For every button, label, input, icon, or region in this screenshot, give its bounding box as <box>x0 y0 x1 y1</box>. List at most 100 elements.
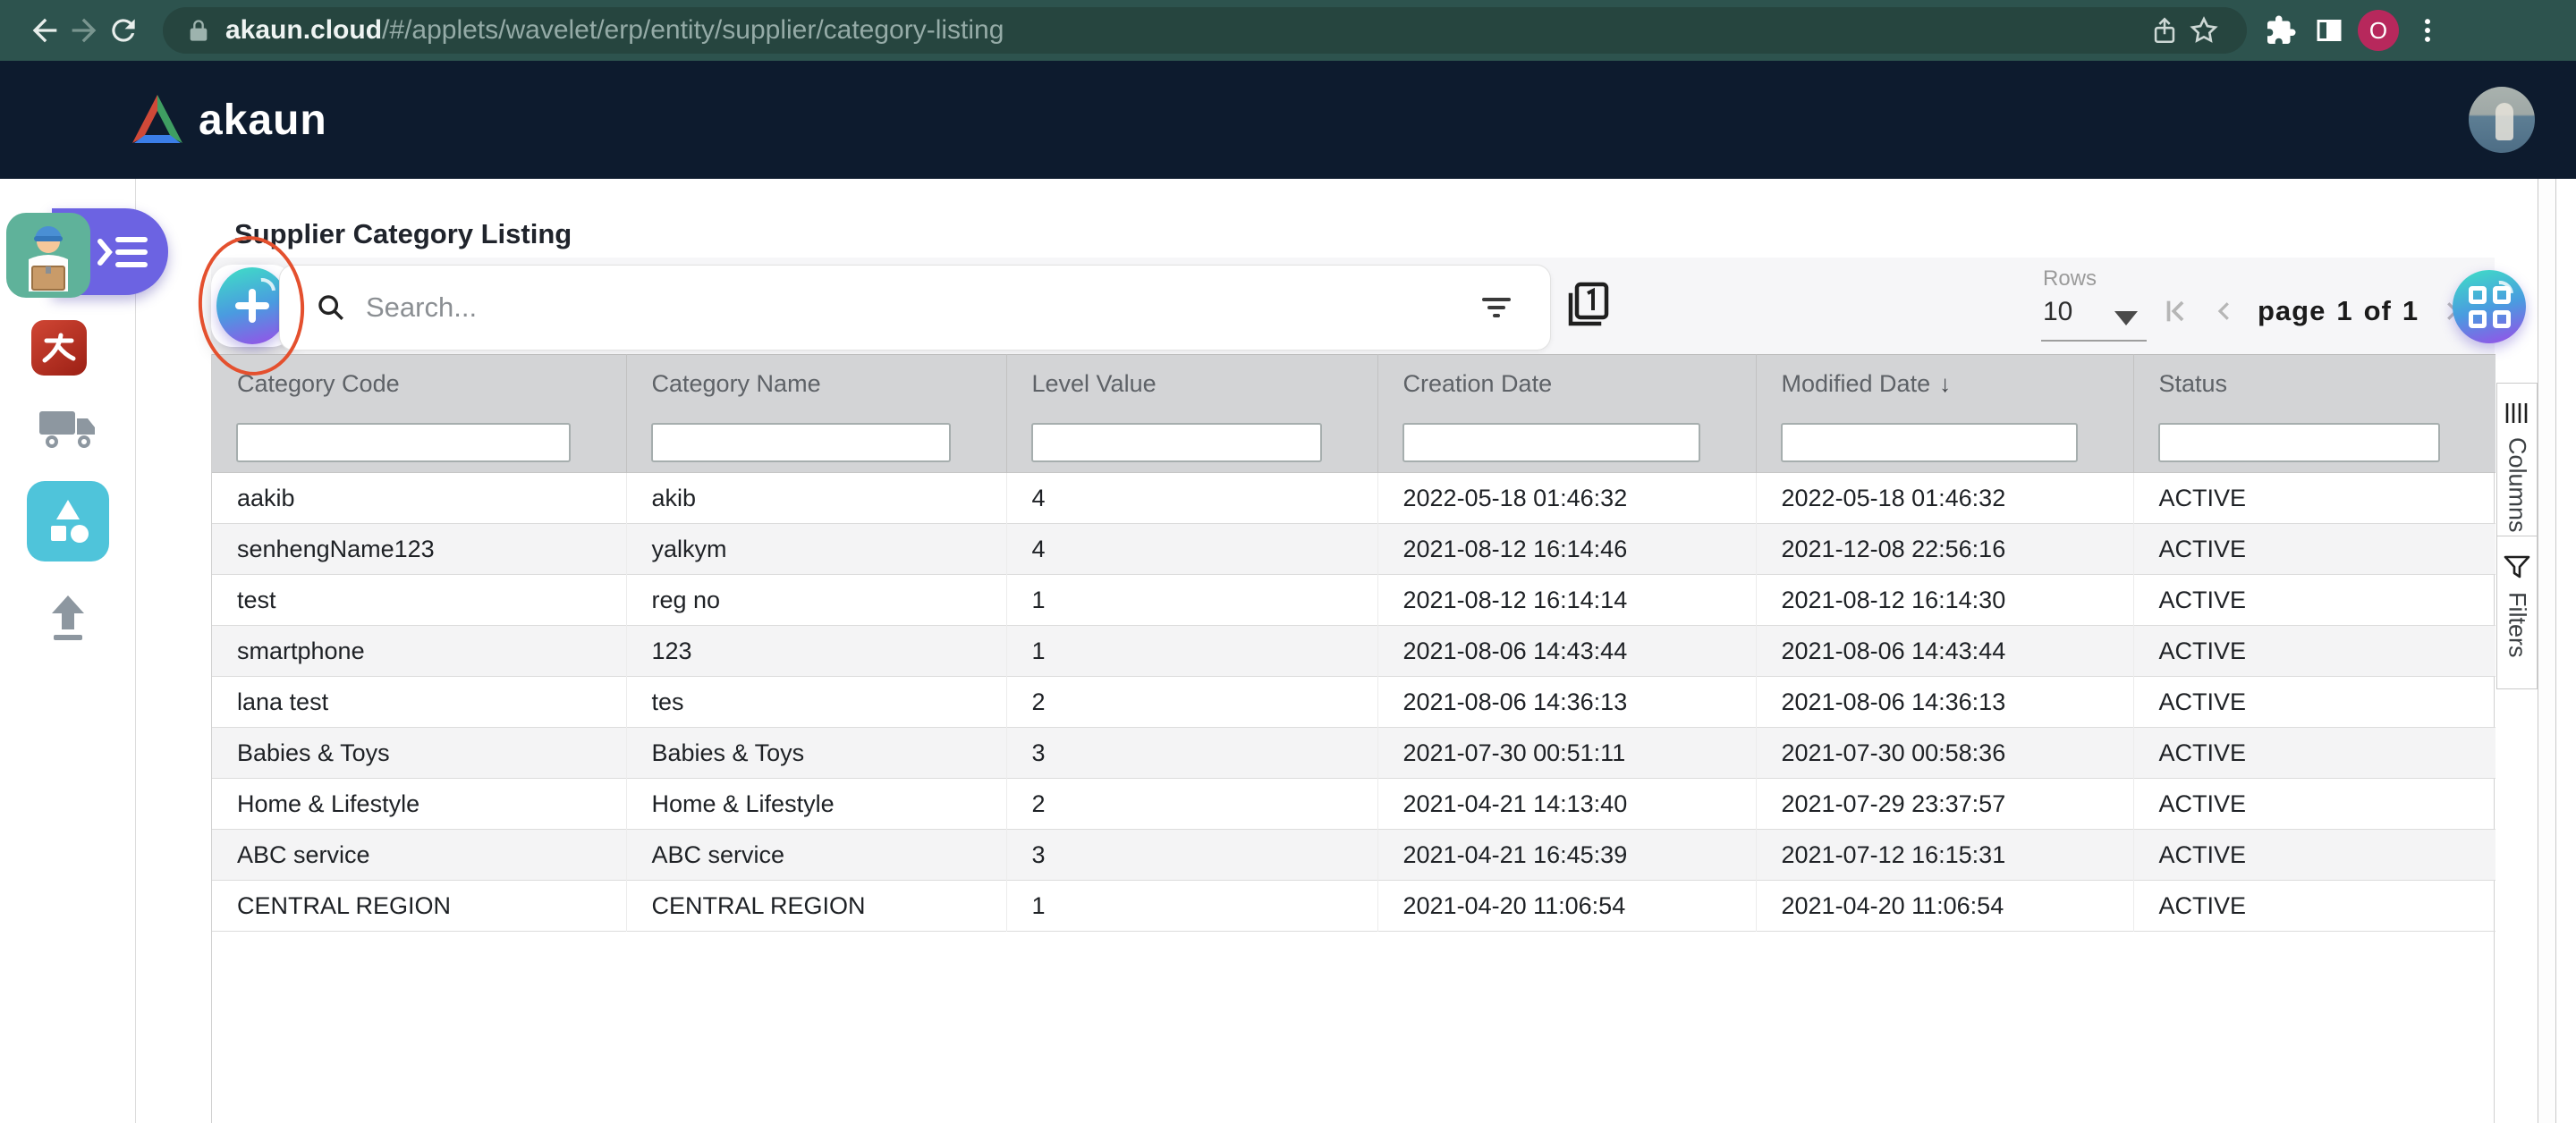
table-cell: ABC service <box>212 830 626 881</box>
add-button[interactable] <box>216 267 288 344</box>
first-page-icon[interactable] <box>2161 296 2191 326</box>
column-header-0[interactable]: Category Code <box>212 355 626 414</box>
table-row[interactable]: lana testtes22021-08-06 14:36:132021-08-… <box>212 677 2496 728</box>
table-cell: 2021-07-12 16:15:31 <box>1756 830 2133 881</box>
column-filter-input-4[interactable] <box>1781 423 2078 462</box>
back-icon[interactable] <box>25 11 64 50</box>
column-filter-input-5[interactable] <box>2158 423 2441 462</box>
share-icon[interactable] <box>2145 11 2184 50</box>
bookmark-star-icon[interactable] <box>2184 11 2224 50</box>
table-cell: Babies & Toys <box>212 728 626 779</box>
table-row[interactable]: aakibakib42022-05-18 01:46:322022-05-18 … <box>212 473 2496 524</box>
table-cell: 3 <box>1006 728 1377 779</box>
table-row[interactable]: Babies & ToysBabies & Toys32021-07-30 00… <box>212 728 2496 779</box>
column-filter-input-2[interactable] <box>1031 423 1322 462</box>
table-cell: ACTIVE <box>2133 830 2496 881</box>
upload-icon[interactable] <box>39 590 97 647</box>
plus-icon <box>232 285 273 326</box>
search-input[interactable]: Search... <box>366 291 1479 324</box>
table-row[interactable]: smartphone12312021-08-06 14:43:442021-08… <box>212 626 2496 677</box>
table-cell: senhengName123 <box>212 524 626 575</box>
table-row[interactable]: testreg no12021-08-12 16:14:142021-08-12… <box>212 575 2496 626</box>
browser-profile-avatar[interactable]: O <box>2358 10 2399 51</box>
column-filter-input-3[interactable] <box>1402 423 1700 462</box>
table-cell: 2021-08-06 14:43:44 <box>1756 626 2133 677</box>
column-header-4[interactable]: Modified Date↓ <box>1756 355 2133 414</box>
table-cell: lana test <box>212 677 626 728</box>
table-cell: 1 <box>1006 575 1377 626</box>
column-filter-input-0[interactable] <box>236 423 571 462</box>
browser-toolbar: akaun.cloud/#/applets/wavelet/erp/entity… <box>0 0 2576 61</box>
sort-desc-icon[interactable]: ↓ <box>1939 370 1951 397</box>
table-cell: 2021-08-12 16:14:46 <box>1377 524 1756 575</box>
rows-label: Rows <box>2043 266 2097 291</box>
table-cell: 3 <box>1006 830 1377 881</box>
columns-tab[interactable]: Columns <box>2496 383 2538 536</box>
forward-icon[interactable] <box>64 11 104 50</box>
table-cell: test <box>212 575 626 626</box>
table-cell: ACTIVE <box>2133 881 2496 932</box>
table-row[interactable]: CENTRAL REGIONCENTRAL REGION12021-04-20 … <box>212 881 2496 932</box>
table-cell: reg no <box>626 575 1006 626</box>
search-icon <box>316 292 346 323</box>
table-cell: 2021-07-30 00:58:36 <box>1756 728 2133 779</box>
table-cell: ACTIVE <box>2133 524 2496 575</box>
table-cell: 2021-08-06 14:36:13 <box>1377 677 1756 728</box>
column-header-3[interactable]: Creation Date <box>1377 355 1756 414</box>
table-cell: 2021-04-21 16:45:39 <box>1377 830 1756 881</box>
table-cell: aakib <box>212 473 626 524</box>
table-cell: Home & Lifestyle <box>212 779 626 830</box>
table-cell: 4 <box>1006 524 1377 575</box>
table-cell: 1 <box>1006 881 1377 932</box>
table-cell: 2021-07-30 00:51:11 <box>1377 728 1756 779</box>
prev-page-icon[interactable] <box>2211 296 2238 326</box>
table-cell: ABC service <box>626 830 1006 881</box>
table-cell: Home & Lifestyle <box>626 779 1006 830</box>
table-row[interactable]: Home & LifestyleHome & Lifestyle22021-04… <box>212 779 2496 830</box>
truck-icon[interactable] <box>36 402 100 456</box>
grid-view-button[interactable] <box>2453 270 2526 343</box>
columns-tab-label: Columns <box>2504 437 2531 533</box>
table-cell: ACTIVE <box>2133 728 2496 779</box>
column-header-1[interactable]: Category Name <box>626 355 1006 414</box>
filter-list-icon[interactable] <box>1479 292 1514 323</box>
side-panel-icon[interactable] <box>2309 11 2349 50</box>
table-cell: 2021-04-20 11:06:54 <box>1756 881 2133 932</box>
delivery-applet-icon[interactable] <box>6 213 90 298</box>
reload-icon[interactable] <box>104 11 143 50</box>
funnel-icon <box>2504 554 2530 579</box>
table-cell: 2 <box>1006 677 1377 728</box>
table-cell: 2021-04-20 11:06:54 <box>1377 881 1756 932</box>
shapes-applet-icon[interactable] <box>27 481 109 562</box>
address-bar[interactable]: akaun.cloud/#/applets/wavelet/erp/entity… <box>163 7 2247 54</box>
table-cell: yalkym <box>626 524 1006 575</box>
page-scrollbar[interactable] <box>2538 179 2556 1123</box>
search-bar[interactable]: Search... <box>279 265 1551 350</box>
table-cell: 2022-05-18 01:46:32 <box>1377 473 1756 524</box>
table-row[interactable]: ABC serviceABC service32021-04-21 16:45:… <box>212 830 2496 881</box>
rows-per-page-select[interactable]: 10 <box>2043 297 2072 327</box>
rows-underline <box>2041 340 2147 342</box>
rows-caret-icon[interactable] <box>2114 311 2138 325</box>
table-cell: akib <box>626 473 1006 524</box>
table-cell: ACTIVE <box>2133 779 2496 830</box>
extensions-puzzle-icon[interactable] <box>2261 11 2301 50</box>
kebab-menu-icon[interactable] <box>2408 11 2447 50</box>
table-cell: ACTIVE <box>2133 626 2496 677</box>
dai-applet-icon[interactable] <box>31 320 87 376</box>
column-header-2[interactable]: Level Value <box>1006 355 1377 414</box>
lock-icon <box>186 17 211 44</box>
akaun-logo[interactable]: akaun <box>129 93 327 147</box>
table-cell: smartphone <box>212 626 626 677</box>
user-avatar[interactable] <box>2469 87 2535 153</box>
filter-1-icon[interactable] <box>1563 281 1610 331</box>
table-filter-row <box>212 414 2496 473</box>
table-cell: 2022-05-18 01:46:32 <box>1756 473 2133 524</box>
table-cell: 2021-08-12 16:14:14 <box>1377 575 1756 626</box>
column-filter-input-1[interactable] <box>651 423 951 462</box>
table-row[interactable]: senhengName123yalkym42021-08-12 16:14:46… <box>212 524 2496 575</box>
filters-tab[interactable]: Filters <box>2496 536 2538 689</box>
table-cell: Babies & Toys <box>626 728 1006 779</box>
column-header-5[interactable]: Status <box>2133 355 2496 414</box>
table-cell: 2021-08-06 14:36:13 <box>1756 677 2133 728</box>
